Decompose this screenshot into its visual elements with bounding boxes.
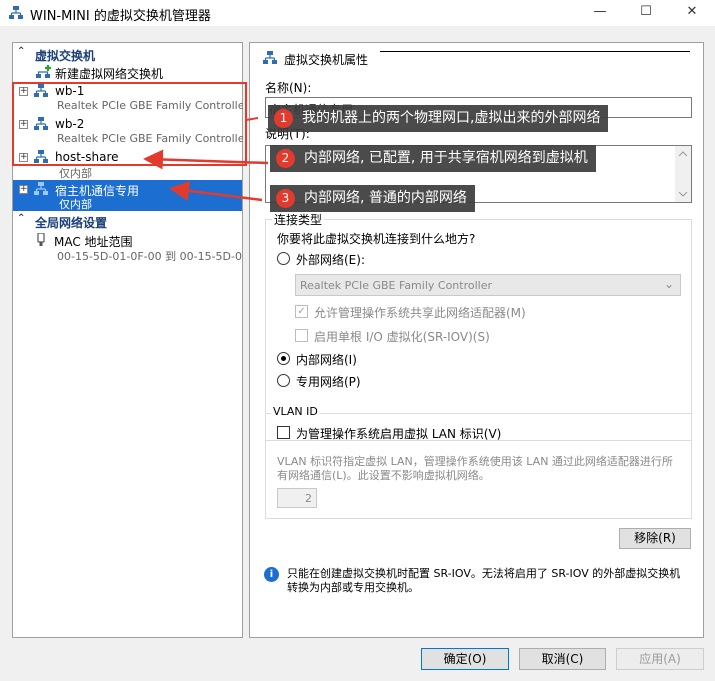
title-bar: WIN-MINI 的虚拟交换机管理器 — ☐ ✕ xyxy=(0,0,715,26)
annotation-1: 1 我的机器上的两个物理网口,虚拟出来的外部网络 xyxy=(268,105,609,132)
expand-icon[interactable]: + xyxy=(19,185,28,194)
enable-sriov-checkbox[interactable] xyxy=(295,329,308,342)
private-network-label: 专用网络(P) xyxy=(296,375,361,389)
annotation-3-text: 内部网络, 普通的内部网络 xyxy=(304,190,467,206)
external-adapter-value: Realtek PCIe GBE Family Controller xyxy=(300,279,493,292)
external-network-label: 外部网络(E): xyxy=(296,253,365,267)
properties-title: 虚拟交换机属性 xyxy=(284,53,369,67)
ok-button[interactable]: 确定(O) xyxy=(421,648,509,670)
vlan-description: VLAN 标识符指定虚拟 LAN，管理操作系统使用该 LAN 通过此网络适配器进… xyxy=(277,455,673,482)
scroll-up-icon[interactable] xyxy=(678,151,688,157)
internal-network-label: 内部网络(I) xyxy=(296,353,357,367)
sriov-info-text: 只能在创建虚拟交换机时配置 SR-IOV。无法将启用了 SR-IOV 的外部虚拟… xyxy=(287,567,681,594)
annotation-1-number: 1 xyxy=(274,109,293,128)
annotation-3-number: 3 xyxy=(276,189,295,208)
allow-mgmt-os-label: 允许管理操作系统共享此网络适配器(M) xyxy=(314,306,526,320)
mac-address-icon xyxy=(37,233,45,246)
new-virtual-switch-item[interactable]: 新建虚拟网络交换机 xyxy=(13,63,242,81)
enable-sriov-label: 启用单根 I/O 虚拟化(SR-IOV)(S) xyxy=(314,330,490,344)
connection-question: 你要将此虚拟交换机连接到什么地方? xyxy=(277,232,476,246)
enable-vlan-checkbox[interactable] xyxy=(277,426,290,439)
name-label: 名称(N): xyxy=(265,81,312,95)
section-virtual-switches-label: 虚拟交换机 xyxy=(35,49,96,63)
annotation-2-number: 2 xyxy=(276,149,295,168)
external-network-radio[interactable] xyxy=(277,252,290,265)
annotation-1-text: 我的机器上的两个物理网口,虚拟出来的外部网络 xyxy=(302,110,601,126)
enable-vlan-label: 为管理操作系统启用虚拟 LAN 标识(V) xyxy=(296,427,502,441)
header-divider xyxy=(380,51,690,52)
network-switch-icon xyxy=(34,182,48,195)
virtual-switch-app-icon xyxy=(9,6,23,19)
mac-address-range-value: 00-15-5D-01-0F-00 到 00-15-5D-0... xyxy=(57,250,253,263)
cancel-button[interactable]: 取消(C) xyxy=(519,648,606,670)
section-global-network-settings-label: 全局网络设置 xyxy=(35,216,108,230)
external-adapter-dropdown[interactable]: Realtek PCIe GBE Family Controller ⌄ xyxy=(295,274,681,296)
vlan-title: VLAN ID xyxy=(271,405,320,418)
private-network-radio[interactable] xyxy=(277,374,290,387)
section-global-network-settings[interactable]: ⌃ 全局网络设置 xyxy=(13,213,242,230)
chevron-down-icon[interactable]: ⌄ xyxy=(664,277,674,291)
collapse-chevron-icon[interactable]: ⌃ xyxy=(17,213,29,224)
apply-button[interactable]: 应用(A) xyxy=(616,648,704,670)
switch-item-host-communication[interactable]: + 宿主机通信专用 仅内部 xyxy=(13,180,242,211)
maximize-button[interactable]: ☐ xyxy=(623,0,669,26)
annotation-highlight-box xyxy=(12,82,247,166)
connection-type-title: 连接类型 xyxy=(272,211,325,228)
info-icon: i xyxy=(264,567,279,582)
network-switch-icon xyxy=(263,51,277,64)
annotation-3: 3 内部网络, 普通的内部网络 xyxy=(270,185,475,212)
close-button[interactable]: ✕ xyxy=(669,0,715,26)
annotation-2-text: 内部网络, 已配置, 用于共享宿机网络到虚拟机 xyxy=(304,150,588,166)
annotation-2: 2 内部网络, 已配置, 用于共享宿机网络到虚拟机 xyxy=(270,145,596,172)
switch-type: 仅内部 xyxy=(59,167,92,180)
window-title: WIN-MINI 的虚拟交换机管理器 xyxy=(30,9,211,24)
new-virtual-switch-label: 新建虚拟网络交换机 xyxy=(55,67,164,81)
description-scrollbar[interactable] xyxy=(675,146,691,202)
vlan-id-input[interactable]: 2 xyxy=(277,488,317,508)
switch-type: 仅内部 xyxy=(59,198,92,211)
remove-button[interactable]: 移除(R) xyxy=(619,528,691,549)
minimize-button[interactable]: — xyxy=(577,0,623,26)
section-virtual-switches[interactable]: ⌃ 虚拟交换机 xyxy=(13,46,242,63)
scroll-down-icon[interactable] xyxy=(678,191,688,197)
allow-mgmt-os-checkbox[interactable]: ✓ xyxy=(295,305,308,318)
collapse-chevron-icon[interactable]: ⌃ xyxy=(17,46,29,57)
add-network-icon xyxy=(36,65,51,78)
vlan-id-value: 2 xyxy=(305,492,312,505)
internal-network-radio[interactable] xyxy=(277,352,290,365)
mac-address-range-item[interactable]: MAC 地址范围 00-15-5D-01-0F-00 到 00-15-5D-0.… xyxy=(13,231,252,263)
